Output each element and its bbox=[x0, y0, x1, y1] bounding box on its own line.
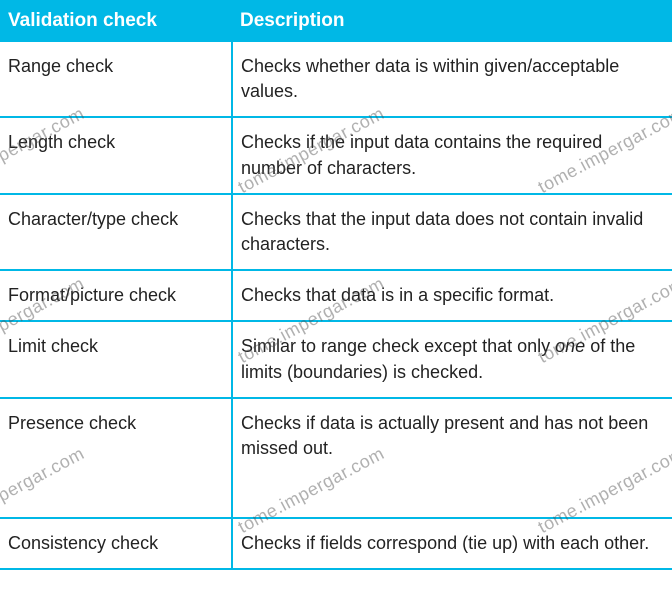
header-validation-check: Validation check bbox=[0, 0, 232, 42]
table-row: Limit check Similar to range check excep… bbox=[0, 321, 672, 397]
desc-em: one bbox=[555, 336, 585, 356]
cell-validation: Character/type check bbox=[0, 194, 232, 270]
validation-checks-table: Validation check Description Range check… bbox=[0, 0, 672, 570]
cell-validation: Limit check bbox=[0, 321, 232, 397]
table-row: Consistency check Checks if fields corre… bbox=[0, 518, 672, 569]
cell-description: Checks if fields correspond (tie up) wit… bbox=[232, 518, 672, 569]
desc-prefix: Similar to range check except that only bbox=[241, 336, 555, 356]
cell-description: Checks if data is actually present and h… bbox=[232, 398, 672, 518]
table-row: Format/picture check Checks that data is… bbox=[0, 270, 672, 321]
table-row: Character/type check Checks that the inp… bbox=[0, 194, 672, 270]
cell-validation: Format/picture check bbox=[0, 270, 232, 321]
table-header-row: Validation check Description bbox=[0, 0, 672, 42]
cell-description: Checks that the input data does not cont… bbox=[232, 194, 672, 270]
cell-description: Checks if the input data contains the re… bbox=[232, 117, 672, 193]
table-row: Range check Checks whether data is withi… bbox=[0, 42, 672, 117]
cell-description: Checks that data is in a specific format… bbox=[232, 270, 672, 321]
cell-description: Similar to range check except that only … bbox=[232, 321, 672, 397]
cell-validation: Length check bbox=[0, 117, 232, 193]
table-row: Length check Checks if the input data co… bbox=[0, 117, 672, 193]
cell-validation: Presence check bbox=[0, 398, 232, 518]
table-row: Presence check Checks if data is actuall… bbox=[0, 398, 672, 518]
cell-description: Checks whether data is within given/acce… bbox=[232, 42, 672, 117]
cell-validation: Range check bbox=[0, 42, 232, 117]
header-description: Description bbox=[232, 0, 672, 42]
cell-validation: Consistency check bbox=[0, 518, 232, 569]
